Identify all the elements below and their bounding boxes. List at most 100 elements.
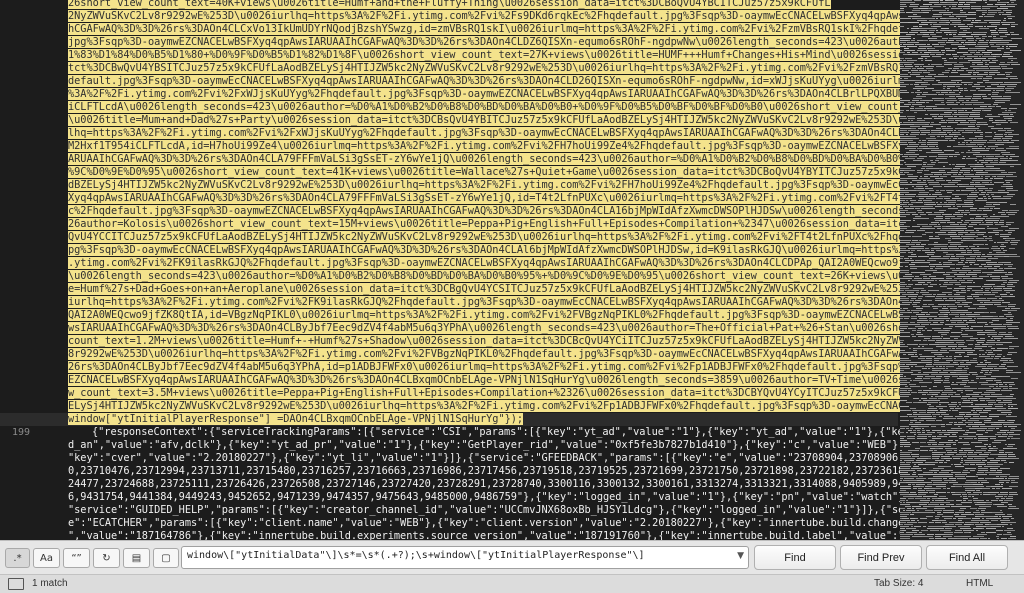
code-line-199: 6,9431754,9441384,9449243,9452652,947123… [68,491,900,503]
minimap-stroke [994,222,998,223]
minimap-stroke [947,306,957,307]
minimap-stroke [904,170,915,171]
minimap-stroke [965,204,974,205]
minimap-stroke [997,2,1007,3]
minimap-stroke [984,54,990,55]
minimap-stroke [959,242,963,243]
minimap-stroke [987,418,992,419]
find-button[interactable]: Find [754,545,836,570]
tab-size-indicator[interactable]: Tab Size: 4 [874,578,923,589]
minimap-stroke [929,190,934,191]
minimap-stroke [918,426,929,427]
minimap-stroke [932,80,934,81]
minimap-stroke [908,280,910,281]
minimap-stroke [909,144,919,145]
minimap-stroke [1006,498,1013,499]
minimap-stroke [925,232,933,233]
syntax-indicator[interactable]: HTML [966,578,993,589]
minimap-stroke [988,12,997,13]
minimap-stroke [954,424,961,425]
minimap-stroke [943,88,945,89]
minimap-stroke [926,430,930,431]
minimap-stroke [1006,268,1016,269]
minimap-stroke [984,58,986,59]
minimap-stroke [1006,112,1016,113]
minimap-stroke [959,450,963,451]
minimap-stroke [923,506,930,507]
find-all-button[interactable]: Find All [926,545,1008,570]
minimap-stroke [984,124,988,125]
regex-toggle-button[interactable]: .* [5,548,30,568]
minimap-stroke [909,136,916,137]
whole-word-toggle-button[interactable]: “” [63,548,90,568]
minimap-stroke [944,316,948,317]
editor-pane[interactable]: 198 199 26short_view_count_text=40K+view… [0,0,1024,540]
minimap-stroke [921,22,932,23]
find-history-dropdown-icon[interactable]: ▼ [737,551,744,561]
minimap-stroke [930,6,941,7]
minimap-stroke [903,130,907,131]
minimap-stroke [924,348,933,349]
minimap-stroke [945,98,956,99]
minimap-stroke [929,440,935,441]
minimap-stroke [977,64,983,65]
minimap-stroke [955,166,965,167]
minimap-stroke [931,172,940,173]
minimap-stroke [907,310,910,311]
minimap-stroke [989,524,997,525]
find-prev-button[interactable]: Find Prev [840,545,922,570]
minimap-stroke [972,236,978,237]
minimap-stroke [947,192,952,193]
in-selection-toggle-button[interactable]: ▤ [123,548,150,568]
minimap-stroke [900,180,907,181]
minimap-stroke [934,246,943,247]
minimap-stroke [922,428,924,429]
minimap-stroke [999,474,1010,475]
minimap-stroke [942,214,952,215]
minimap-stroke [920,122,930,123]
minimap-stroke [905,260,914,261]
minimap-stroke [908,142,916,143]
minimap-stroke [962,396,970,397]
minimap-stroke [943,246,947,247]
minimap-stroke [949,422,953,423]
minimap-stroke [973,220,983,221]
highlight-matches-toggle-button[interactable]: ▢ [153,548,179,568]
minimap-stroke [948,122,958,123]
minimap-stroke [923,468,926,469]
minimap-stroke [949,134,956,135]
minimap-stroke [976,70,983,71]
minimap-stroke [914,124,925,125]
find-input[interactable]: window\["ytInitialData"\]\s*=\s*(.+?);\s… [181,546,749,569]
minimap-stroke [910,266,921,267]
minimap-stroke [900,388,911,389]
minimap-stroke [1004,164,1011,165]
minimap-stroke [958,402,961,403]
minimap-stroke [917,510,919,511]
code-area[interactable]: 26short_view_count_text=40K+views\u0026t… [68,0,900,540]
minimap-stroke [947,222,955,223]
minimap-stroke [954,360,962,361]
case-sensitive-toggle-button[interactable]: Aa [33,548,60,568]
minimap-stroke [1007,130,1014,131]
minimap-stroke [990,312,996,313]
minimap-stroke [900,336,910,337]
minimap-stroke [976,38,981,39]
minimap-stroke [900,208,903,209]
minimap-stroke [1010,114,1013,115]
minimap[interactable] [900,0,1024,540]
minimap-stroke [929,148,939,149]
wrap-toggle-button[interactable]: ↻ [93,548,120,568]
minimap-stroke [900,304,910,305]
minimap-stroke [928,50,939,51]
minimap-stroke [941,120,945,121]
minimap-stroke [943,264,952,265]
minimap-stroke [989,444,991,445]
minimap-stroke [917,430,920,431]
panel-toggle-icon[interactable] [8,578,24,590]
minimap-stroke [935,106,937,107]
minimap-stroke [900,284,907,285]
minimap-stroke [985,288,990,289]
minimap-stroke [957,194,968,195]
minimap-stroke [972,396,983,397]
